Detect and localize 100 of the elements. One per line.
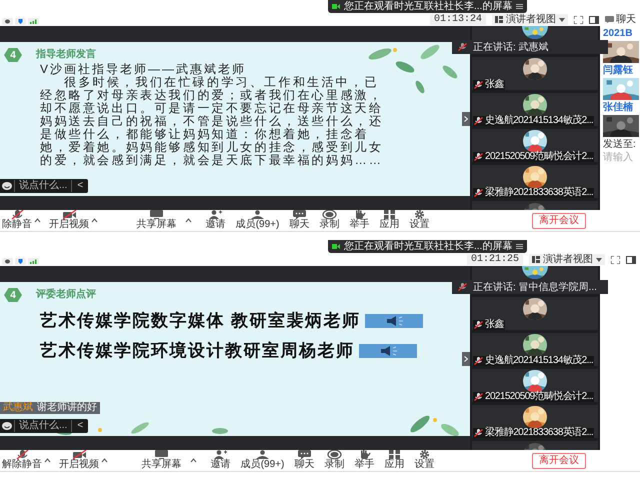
record-icon: [326, 450, 342, 460]
toolbar-button[interactable]: 成员(99+): [234, 210, 282, 230]
slide-title: V沙画社指导老师——武惠斌老师: [40, 62, 248, 76]
toolbar-button[interactable]: 共享屏幕: [140, 450, 184, 470]
toolbar-button[interactable]: 聊天: [287, 210, 312, 230]
reviewer-line: 艺术传媒学院环境设计教研室周杨老师: [40, 342, 354, 360]
mic-off-icon: [474, 117, 483, 125]
camera-icon: [332, 4, 340, 9]
view-dropdown[interactable]: 演讲者视图: [492, 14, 568, 25]
banner-text: 您正在观看时光互联社社长李...的屏幕: [344, 240, 512, 253]
toolbar-button[interactable]: 共享屏幕: [134, 210, 179, 230]
chat-input[interactable]: 说点什么...: [14, 420, 72, 432]
person-icon: [250, 210, 265, 220]
mic-off-icon: [474, 153, 483, 161]
toolbar-button[interactable]: 应用: [377, 210, 402, 230]
chat-icon: [605, 16, 614, 23]
mic-off-icon: [474, 321, 483, 329]
mic-off-icon: [474, 393, 483, 401]
window-icon[interactable]: [626, 256, 636, 264]
panel-toggle[interactable]: [462, 112, 470, 126]
apps-icon: [382, 210, 397, 220]
slide-heading: 指导老师发言: [36, 49, 96, 61]
person-plus-icon: [213, 450, 228, 460]
step-badge: 4: [4, 288, 22, 302]
toolbar-button[interactable]: 开启视频: [47, 210, 91, 230]
eye-icon[interactable]: [2, 258, 13, 265]
caret-icon[interactable]: [101, 458, 108, 462]
slide-paragraph: 很多时候，我们在忙碌的学习、工作和生活中，已经忽略了对母亲表达我们的爱；或者我们在心里感激，却不愿意说出口。可是请一定不要忘记在母亲节这天给妈妈送去自己的祝福，不管是说些什么，送些什么，还是做些什么，都能够让妈妈知道：你想着她，挂念着她，爱着她。妈妈能够感知到儿女的挂念，感受到儿女的爱，就会感到满足，就会是天底下最幸福的妈妈……: [40, 76, 384, 167]
shield-icon[interactable]: [15, 18, 26, 25]
toolbar-button[interactable]: 录制: [322, 450, 346, 470]
slide-heading: 评委老师点评: [36, 289, 96, 301]
toolbar-button[interactable]: 聊天: [292, 450, 316, 470]
participant-name: 张鑫: [485, 320, 504, 330]
chat-tab[interactable]: 聊天: [605, 14, 636, 25]
toolbar-button[interactable]: 举手: [352, 450, 376, 470]
post-title[interactable]: 2021B: [603, 28, 640, 39]
collapse-button[interactable]: <: [71, 420, 88, 432]
menu-icon[interactable]: [516, 4, 524, 9]
banner-text: 您正在观看时光互联社社长李...的屏幕: [344, 0, 512, 13]
chat-message-text: 谢老师讲的好: [37, 402, 97, 414]
caret-icon[interactable]: [91, 218, 98, 222]
toolbar-button[interactable]: 解除静音: [0, 450, 44, 470]
emoji-icon: [0, 421, 14, 431]
send-to-label: 发送至:: [603, 139, 637, 150]
panel-toggle[interactable]: [462, 352, 470, 366]
shield-icon[interactable]: [15, 258, 26, 265]
view-dropdown[interactable]: 演讲者视图: [529, 254, 605, 265]
toolbar-button[interactable]: 设置: [407, 210, 432, 230]
chat-input[interactable]: 说点什么...: [14, 180, 72, 192]
caret-icon[interactable]: [184, 218, 192, 222]
caret-icon[interactable]: [44, 458, 51, 462]
toolbar-button[interactable]: 成员(99+): [238, 450, 286, 470]
mic-off-icon: [474, 357, 483, 365]
mic-off-icon: [474, 429, 483, 437]
caret-icon[interactable]: [190, 458, 197, 462]
post-title[interactable]: 张佳楠: [603, 102, 640, 113]
step-badge: 4: [4, 48, 22, 62]
participant-name: 史逸航2021415134敏茂2...: [485, 356, 594, 366]
mic-off-icon: [474, 81, 483, 89]
participant-name: 梁雅静2021833638英语2...: [485, 188, 594, 198]
participant-name: 梁雅静2021833638英语2...: [485, 428, 594, 438]
participant-name: 2021520509范畴悦会计2...: [485, 392, 594, 402]
leave-meeting-button[interactable]: 离开会议: [532, 213, 586, 229]
chat-sender: 武惠斌: [3, 402, 33, 414]
eye-icon[interactable]: [2, 18, 13, 25]
window-icon[interactable]: [589, 16, 599, 24]
fullscreen-icon[interactable]: [574, 16, 583, 24]
toolbar-button[interactable]: 邀请: [204, 210, 228, 230]
toolbar-button[interactable]: 举手: [347, 210, 372, 230]
caret-icon: [559, 18, 565, 22]
mic-off-icon: [458, 43, 467, 51]
screen-icon: [149, 210, 164, 220]
signal-icon[interactable]: [28, 18, 39, 25]
meeting-timer: 01:13:24: [430, 14, 486, 25]
speaker-icon[interactable]: [364, 314, 423, 328]
participant-name: 史逸航2021415134敏茂2...: [485, 116, 594, 126]
meeting-timer: 01:21:25: [466, 254, 523, 265]
apps-icon: [386, 450, 402, 460]
chevron-icon: [464, 356, 468, 362]
toolbar-button[interactable]: 应用: [382, 450, 406, 470]
post-title[interactable]: 闫露钰: [603, 65, 640, 76]
fullscreen-icon[interactable]: [611, 256, 620, 264]
caret-icon: [596, 258, 602, 262]
leave-meeting-button[interactable]: 离开会议: [532, 453, 586, 469]
participant-name: 张鑫: [485, 80, 504, 90]
toolbar-button[interactable]: 邀请: [208, 450, 233, 470]
collapse-button[interactable]: <: [71, 180, 88, 192]
screen-icon: [154, 450, 170, 460]
participant-name: 2021520509范畴悦会计2...: [485, 152, 594, 162]
caret-icon[interactable]: [34, 218, 41, 222]
toolbar-button[interactable]: 除静音: [0, 210, 34, 230]
layout-icon: [495, 16, 503, 23]
toolbar-button[interactable]: 设置: [412, 450, 436, 470]
speaker-icon[interactable]: [358, 344, 416, 358]
toolbar-button[interactable]: 开启视频: [57, 450, 101, 470]
signal-icon[interactable]: [28, 258, 39, 265]
camera-icon: [332, 244, 340, 249]
menu-icon[interactable]: [516, 244, 524, 249]
toolbar-button[interactable]: 录制: [317, 210, 342, 230]
emoji-icon: [0, 181, 14, 191]
